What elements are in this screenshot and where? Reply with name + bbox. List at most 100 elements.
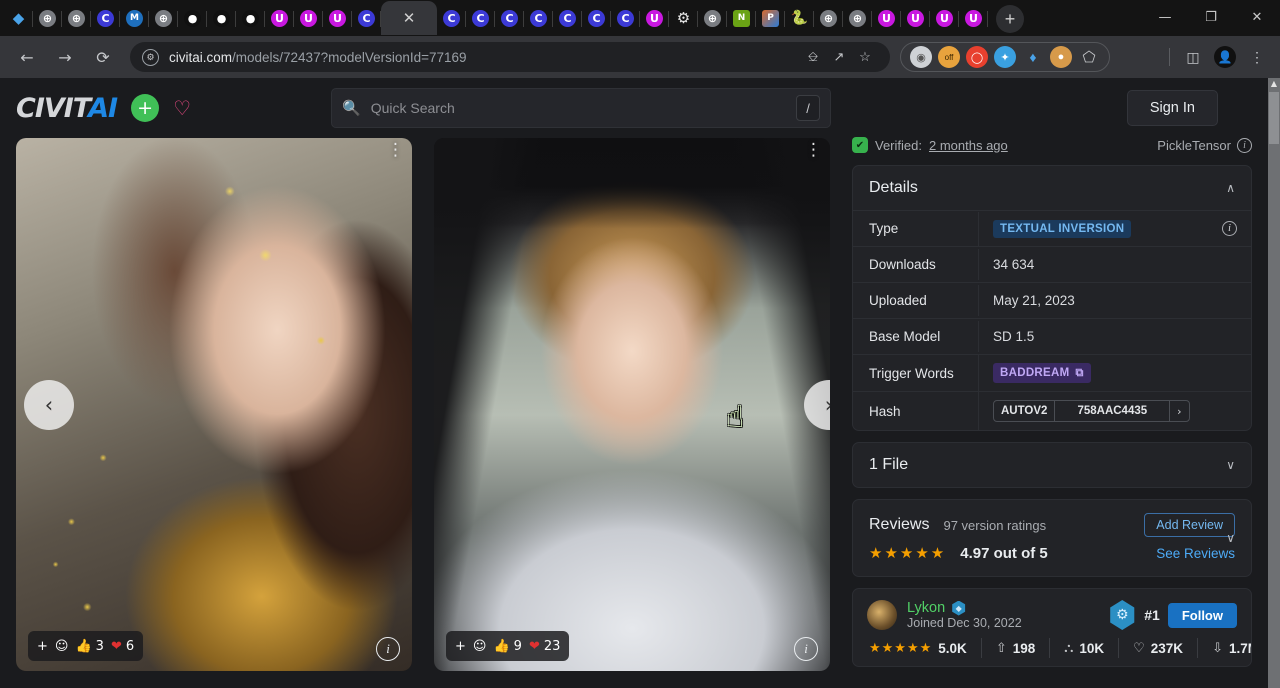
address-bar[interactable]: ⚙ civitai.com/models/72437?modelVersionI… [130, 42, 890, 72]
thumbs-up-reaction-2[interactable]: 👍 9 [493, 639, 521, 654]
create-button[interactable]: + [131, 94, 159, 122]
image-card-1[interactable]: ⋮ ‹ + ☺ 👍 3 ❤ 6 i [16, 138, 412, 671]
adblock-off-icon[interactable]: off [938, 46, 960, 68]
image-options-menu-1[interactable]: ⋮ [387, 142, 404, 159]
browser-tab-25[interactable]: P [756, 2, 785, 34]
add-reaction-button-2[interactable]: + [455, 639, 466, 654]
add-reaction-button-1[interactable]: + [37, 639, 48, 654]
browser-tab-18[interactable]: C [553, 2, 582, 34]
browser-tab-15[interactable]: C [466, 2, 495, 34]
browser-tab-strip[interactable]: ◆⊕⊕CM⊕●●●UUUC✕CCCCCCCU⚙⊕NP🐍⊕⊕UUUU + [0, 0, 1280, 36]
format-info-icon[interactable]: i [1237, 138, 1252, 153]
tab-list[interactable]: ◆⊕⊕CM⊕●●●UUUC✕CCCCCCCU⚙⊕NP🐍⊕⊕UUUU [4, 0, 988, 36]
civitai-logo[interactable]: CIVITAI [16, 93, 117, 124]
reviews-chevron-down-icon[interactable]: ∨ [1226, 531, 1235, 545]
favorites-heart-icon[interactable]: ♡ [173, 96, 191, 120]
browser-tab-2[interactable]: ⊕ [62, 2, 91, 34]
scrollbar-thumb[interactable] [1269, 92, 1279, 144]
browser-tab-12[interactable]: C [352, 2, 381, 34]
chevron-up-icon[interactable]: ∧ [1226, 181, 1235, 195]
site-settings-icon[interactable]: ⚙ [142, 49, 159, 66]
image-info-badge-1[interactable]: i [376, 637, 400, 661]
trigger-word-badge[interactable]: BADDREAM ⧉ [993, 363, 1091, 383]
copy-icon[interactable]: ⧉ [1075, 366, 1083, 380]
browser-tab-0[interactable]: ◆ [4, 2, 33, 34]
browser-tab-27[interactable]: ⊕ [814, 2, 843, 34]
browser-tab-19[interactable]: C [582, 2, 611, 34]
browser-tab-28[interactable]: ⊕ [843, 2, 872, 34]
puzzle-ext-icon[interactable]: ⬠ [1078, 46, 1100, 68]
opera-ext-icon[interactable]: ◯ [966, 46, 988, 68]
hash-value[interactable]: 758AAC4435 [1055, 401, 1170, 421]
browser-tab-32[interactable]: U [959, 2, 988, 34]
add-review-button[interactable]: Add Review [1144, 513, 1235, 537]
emoji-reaction-icon-1[interactable]: ☺ [55, 639, 69, 654]
image-info-badge-2[interactable]: i [794, 637, 818, 661]
split-view-icon[interactable]: ◫ [1178, 42, 1208, 72]
profile-avatar-icon[interactable]: 👤 [1210, 42, 1240, 72]
new-tab-button[interactable]: + [996, 5, 1024, 33]
browser-tab-31[interactable]: U [930, 2, 959, 34]
chevron-down-icon[interactable]: ∨ [1226, 458, 1235, 472]
creator-name[interactable]: Lykon [907, 600, 945, 616]
files-header[interactable]: 1 File ∨ [853, 443, 1251, 487]
extensions-pill[interactable]: ◉ off ◯ ✦ ♦ ● ⬠ [900, 42, 1110, 72]
browser-tab-23[interactable]: ⊕ [698, 2, 727, 34]
close-window-button[interactable]: ✕ [1234, 0, 1280, 34]
model-type-badge[interactable]: TEXTUAL INVERSION [993, 220, 1131, 238]
globe-ext-icon[interactable]: ◉ [910, 46, 932, 68]
browser-tab-10[interactable]: U [294, 2, 323, 34]
browser-tab-21[interactable]: U [640, 2, 669, 34]
browser-tab-8[interactable]: ● [236, 2, 265, 34]
maximize-button[interactable]: ❐ [1188, 0, 1234, 34]
details-header[interactable]: Details ∧ [853, 166, 1251, 210]
browser-tab-30[interactable]: U [901, 2, 930, 34]
follow-button[interactable]: Follow [1168, 603, 1237, 628]
bookmark-star-icon[interactable]: ☆ [852, 44, 878, 70]
browser-tab-6[interactable]: ● [178, 2, 207, 34]
browser-tab-3[interactable]: C [91, 2, 120, 34]
verified-time-link[interactable]: 2 months ago [929, 138, 1008, 153]
reload-button[interactable]: ⟳ [88, 42, 118, 72]
thumbs-up-reaction-1[interactable]: 👍 3 [75, 639, 103, 654]
browser-tab-4[interactable]: M [120, 2, 149, 34]
heart-reaction-1[interactable]: ❤ 6 [111, 639, 134, 654]
minimize-button[interactable]: — [1142, 0, 1188, 34]
browser-tab-29[interactable]: U [872, 2, 901, 34]
window-controls[interactable]: — ❐ ✕ [1142, 0, 1280, 34]
browser-tab-26[interactable]: 🐍 [785, 2, 814, 34]
install-icon[interactable]: ⎒ [800, 44, 826, 70]
browser-tab-5[interactable]: ⊕ [149, 2, 178, 34]
hash-expand-icon[interactable]: › [1170, 401, 1188, 421]
browser-tab-16[interactable]: C [495, 2, 524, 34]
forward-button[interactable]: → [50, 42, 80, 72]
creator-name-row[interactable]: Lykon ◆ [907, 600, 1022, 616]
browser-tab-24[interactable]: N [727, 2, 756, 34]
cookie-ext-icon[interactable]: ● [1050, 46, 1072, 68]
browser-tab-14[interactable]: C [437, 2, 466, 34]
menu-kebab-icon[interactable]: ⋮ [1242, 42, 1272, 72]
diamond-ext-icon[interactable]: ♦ [1022, 46, 1044, 68]
browser-tab-20[interactable]: C [611, 2, 640, 34]
image-options-menu-2[interactable]: ⋮ [805, 142, 822, 159]
type-info-icon[interactable]: i [1222, 221, 1237, 236]
active-tab[interactable]: ✕ [381, 1, 437, 35]
heart-reaction-2[interactable]: ❤ 23 [529, 639, 560, 654]
browser-toolbar[interactable]: ← → ⟳ ⚙ civitai.com/models/72437?modelVe… [0, 36, 1280, 78]
browser-tab-7[interactable]: ● [207, 2, 236, 34]
search-input[interactable]: 🔍 Quick Search / [331, 88, 831, 128]
sign-in-button[interactable]: Sign In [1127, 90, 1218, 126]
browser-tab-9[interactable]: U [265, 2, 294, 34]
scroll-up-arrow[interactable]: ▲ [1268, 78, 1280, 90]
hash-group[interactable]: AUTOV2 758AAC4435 › [993, 400, 1190, 422]
creator-avatar[interactable] [867, 600, 897, 630]
browser-tab-22[interactable]: ⚙ [669, 2, 698, 34]
reaction-bar-2[interactable]: + ☺ 👍 9 ❤ 23 [446, 631, 569, 661]
browser-tab-1[interactable]: ⊕ [33, 2, 62, 34]
see-reviews-link[interactable]: See Reviews [1156, 546, 1235, 561]
back-button[interactable]: ← [12, 42, 42, 72]
browser-tab-11[interactable]: U [323, 2, 352, 34]
share-icon[interactable]: ↗ [826, 44, 852, 70]
carousel-prev-button[interactable]: ‹ [24, 380, 74, 430]
files-panel[interactable]: 1 File ∨ [852, 442, 1252, 488]
